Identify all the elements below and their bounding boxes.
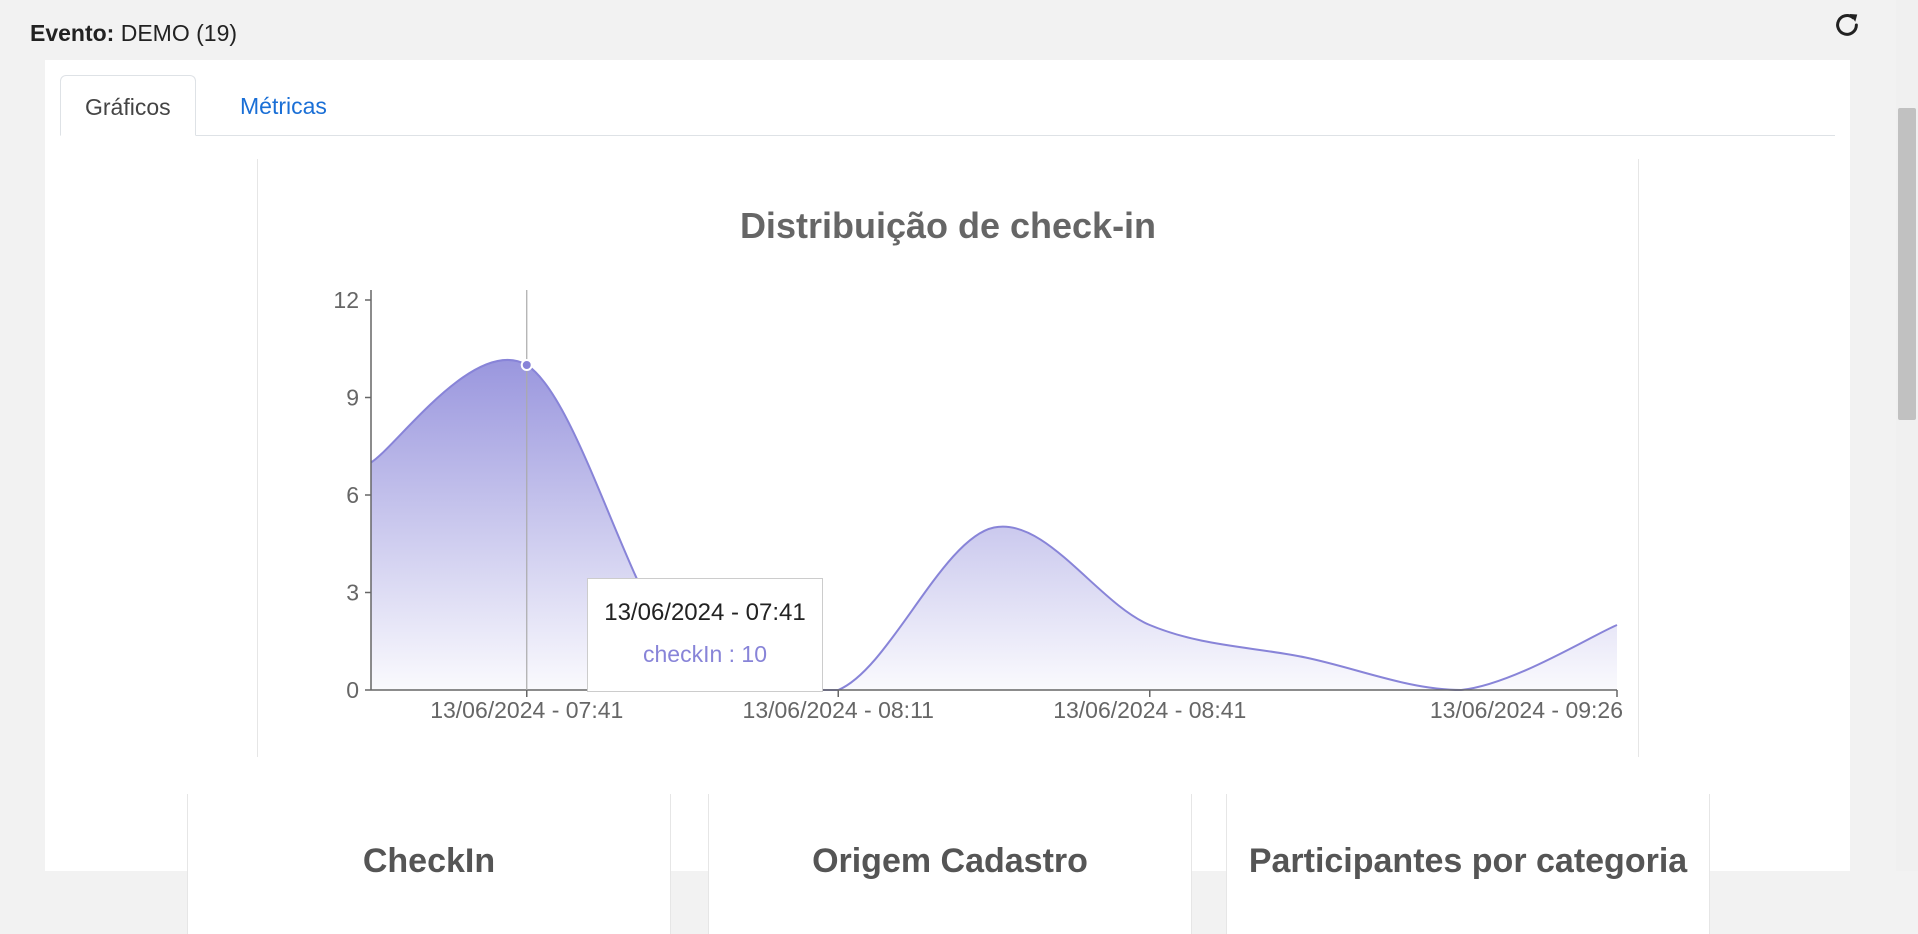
y-tick-label: 9 — [346, 385, 359, 411]
checkin-distribution-card: Distribuição de check-in 03691213/06/202… — [257, 159, 1639, 757]
tab-graficos[interactable]: Gráficos — [60, 75, 196, 136]
participantes-categoria-card: Participantes por categoria — [1226, 794, 1710, 934]
checkin-card-title: CheckIn — [188, 842, 670, 881]
tab-metricas[interactable]: Métricas — [216, 75, 351, 135]
chart-tooltip: 13/06/2024 - 07:41 checkIn : 10 — [587, 578, 823, 692]
scrollbar-thumb[interactable] — [1898, 108, 1916, 420]
tooltip-label: 13/06/2024 - 07:41 — [588, 599, 822, 627]
y-tick-label: 6 — [346, 482, 359, 508]
tab-bar: Gráficos Métricas — [60, 75, 1835, 136]
event-info: Evento: DEMO (19) — [30, 20, 237, 47]
top-bar: Evento: DEMO (19) — [0, 0, 1898, 60]
checkin-area-chart: 0 3 6 9 12 13/06/2024 - 07:41 13/06/2024 - 08:… — [258, 159, 1638, 757]
x-tick-label: 13/06/2024 - 08:41 — [1053, 697, 1246, 723]
refresh-icon — [1832, 10, 1862, 40]
checkin-area-fill — [371, 360, 1617, 690]
tooltip-value: checkIn : 10 — [588, 641, 822, 668]
refresh-button[interactable] — [1830, 8, 1864, 42]
active-data-point[interactable] — [522, 360, 532, 370]
event-label: Evento: — [30, 20, 114, 46]
x-tick-label: 13/06/2024 - 08:11 — [743, 697, 934, 723]
x-tick-label: 13/06/2024 - 09:26 — [1430, 697, 1623, 723]
checkin-card: CheckIn — [187, 794, 671, 934]
event-value: DEMO (19) — [121, 20, 237, 46]
y-tick-label: 3 — [346, 580, 359, 606]
page-scrollbar[interactable] — [1896, 0, 1918, 871]
y-tick-label: 0 — [346, 677, 359, 703]
participantes-categoria-card-title: Participantes por categoria — [1227, 842, 1709, 881]
main-panel: Gráficos Métricas Distribuição de check-… — [45, 60, 1850, 871]
y-tick-label: 12 — [333, 287, 359, 313]
origem-cadastro-card: Origem Cadastro — [708, 794, 1192, 934]
origem-cadastro-card-title: Origem Cadastro — [709, 842, 1191, 881]
x-tick-label: 13/06/2024 - 07:41 — [430, 697, 623, 723]
